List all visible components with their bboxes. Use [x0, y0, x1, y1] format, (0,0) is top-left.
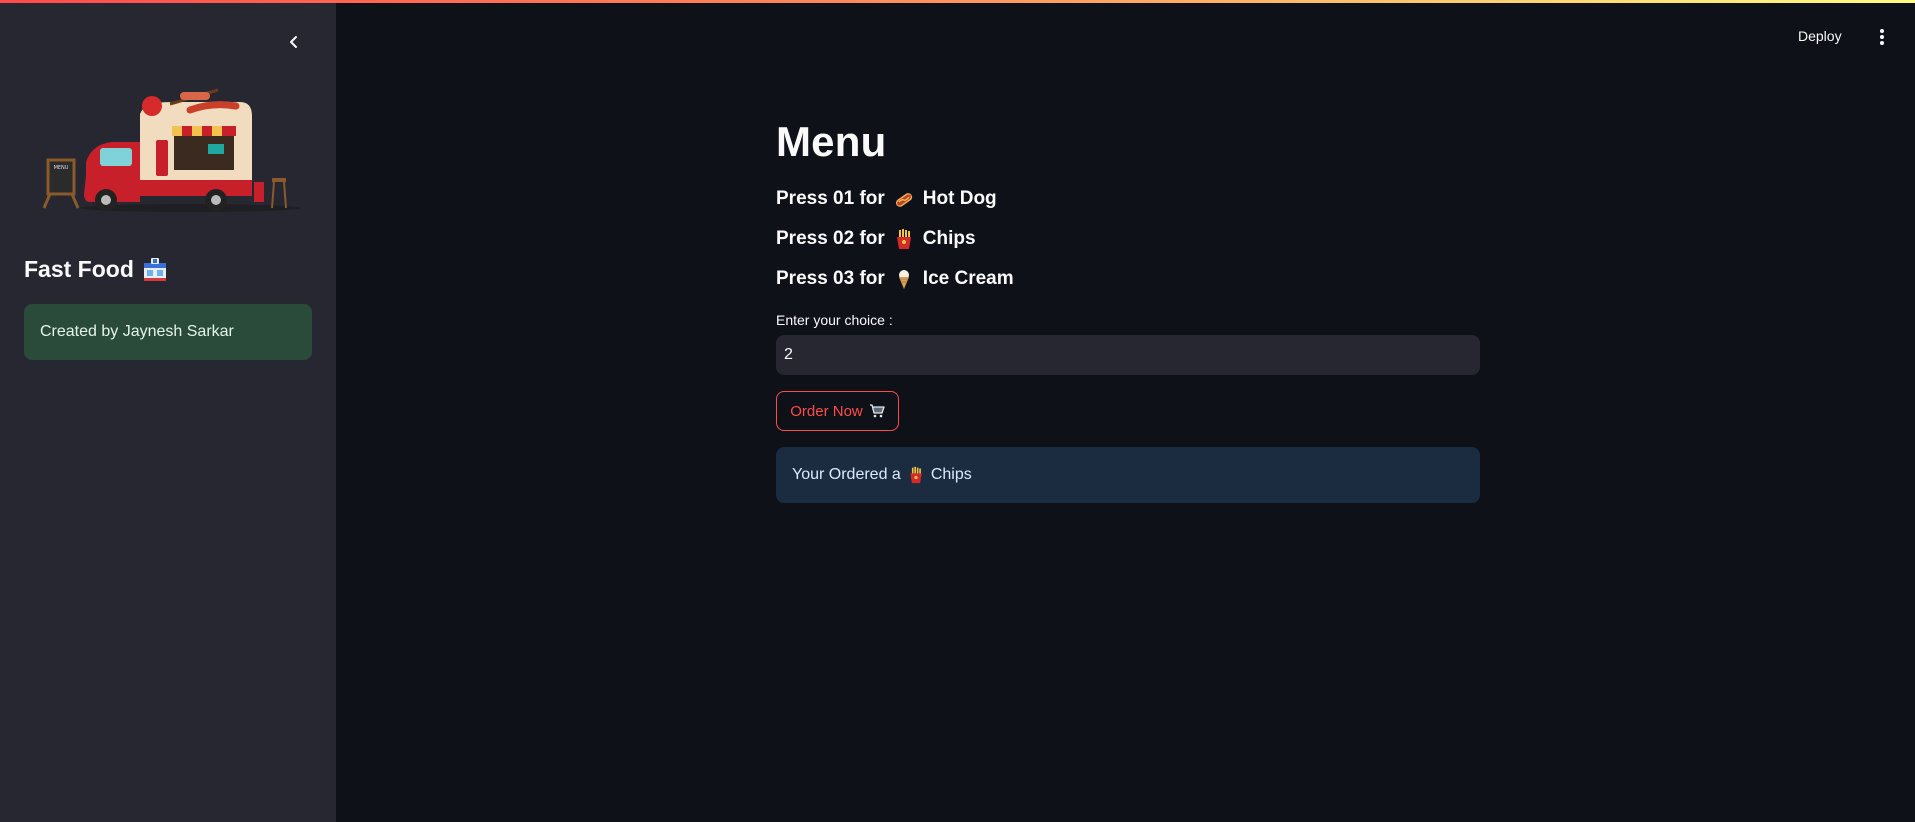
menu-item-prefix: Press 03 for	[776, 268, 885, 289]
credit-text: Created by Jaynesh Sarkar	[40, 323, 234, 340]
sidebar-title-text: Fast Food	[24, 256, 134, 282]
hot-dog-icon	[895, 193, 912, 207]
food-truck-image: MENU	[42, 88, 300, 212]
sidebar-title: Fast Food	[24, 256, 168, 283]
menu-item-prefix: Press 02 for	[776, 228, 885, 249]
result-prefix: Your Ordered a	[792, 466, 901, 483]
ice-cream-icon	[898, 270, 909, 289]
order-now-button[interactable]: Order Now	[776, 391, 899, 431]
choice-input-label: Enter your choice :	[776, 312, 893, 328]
result-item: Chips	[930, 466, 972, 483]
choice-input[interactable]	[776, 335, 1480, 375]
collapse-sidebar-button[interactable]	[282, 30, 306, 54]
menu-board-icon: MENU	[42, 158, 80, 209]
menu-item-prefix: Press 01 for	[776, 188, 885, 209]
order-result-info-box: Your Ordered a Chips	[776, 447, 1480, 503]
vertical-ellipsis-icon	[1880, 29, 1884, 33]
deploy-button[interactable]: Deploy	[1798, 28, 1842, 44]
order-now-label: Order Now	[790, 402, 863, 420]
page-title: Menu	[776, 118, 887, 165]
svg-text:MENU: MENU	[54, 165, 69, 171]
menu-item-name: Ice Cream	[922, 268, 1014, 289]
main-menu-button[interactable]	[1872, 26, 1892, 48]
credit-success-box: Created by Jaynesh Sarkar	[24, 304, 312, 360]
menu-item-chips: Press 02 for Chips	[776, 228, 976, 250]
chevron-left-icon	[290, 36, 297, 48]
french-fries-icon	[910, 466, 922, 484]
sidebar: MENU Fast Food Created by Jaynesh Sarkar	[0, 0, 336, 822]
menu-item-hot-dog: Press 01 for Hot Dog	[776, 188, 997, 210]
menu-item-ice-cream: Press 03 for Ice Cream	[776, 268, 1014, 290]
menu-item-name: Chips	[922, 228, 976, 249]
convenience-store-icon	[143, 257, 166, 281]
shopping-cart-icon	[869, 404, 885, 418]
top-accent-bar	[0, 0, 1915, 3]
menu-item-name: Hot Dog	[922, 188, 997, 209]
french-fries-icon	[896, 229, 911, 249]
